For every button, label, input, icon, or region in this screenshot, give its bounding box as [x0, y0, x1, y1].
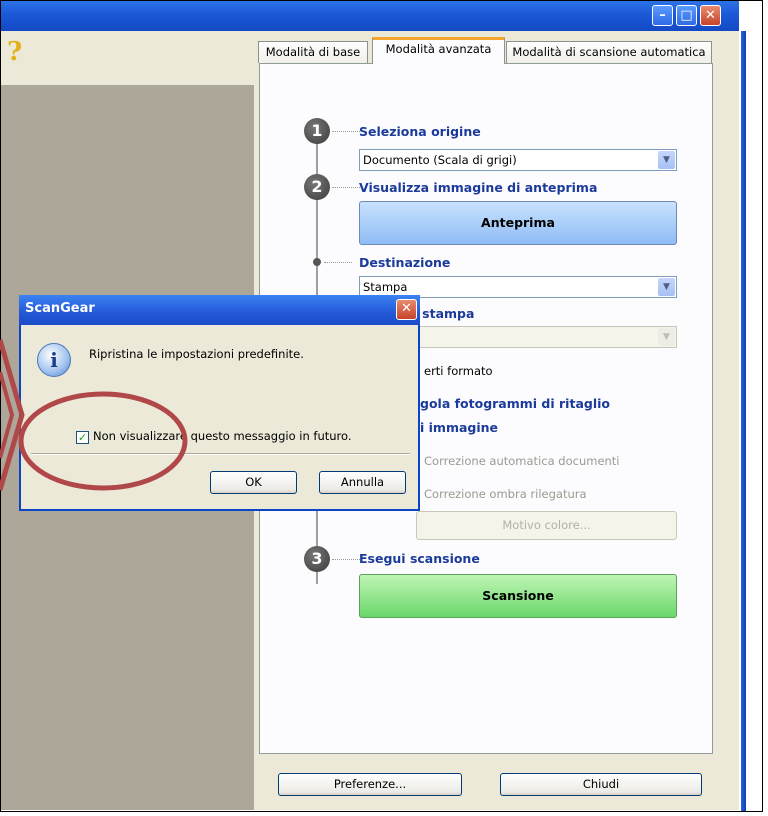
step-3-icon: 3: [304, 546, 330, 572]
preview-label: Visualizza immagine di anteprima: [359, 180, 598, 195]
minimize-button[interactable]: –: [652, 5, 673, 26]
dialog-separator: [31, 453, 410, 455]
chevron-down-icon: ▼: [658, 151, 675, 169]
minimize-icon: –: [659, 8, 666, 23]
maximize-button[interactable]: □: [676, 5, 697, 26]
dialog-close-button[interactable]: ✕: [396, 299, 417, 320]
tab-basic-mode[interactable]: Modalità di base: [258, 41, 368, 63]
window-right-edge: [739, 1, 761, 811]
question-icon[interactable]: ?: [7, 37, 29, 67]
chevron-down-icon: ▼: [658, 328, 675, 346]
source-value: Documento (Scala di grigi): [363, 153, 517, 167]
scangear-dialog: ScanGear ✕ i Ripristina le impostazioni …: [19, 295, 420, 511]
info-icon: i: [37, 343, 71, 377]
dialog-titlebar: ScanGear ✕: [19, 295, 420, 325]
close-button[interactable]: Chiudi: [500, 773, 702, 796]
source-select[interactable]: Documento (Scala di grigi) ▼: [359, 149, 677, 171]
maximize-icon: □: [680, 8, 693, 23]
step-1-icon: 1: [304, 118, 330, 144]
dont-show-checkbox[interactable]: ✓: [76, 431, 89, 444]
preview-button[interactable]: Anteprima: [359, 201, 677, 245]
destination-label: Destinazione: [359, 255, 451, 270]
scan-label: Esegui scansione: [359, 551, 480, 566]
dialog-message: Ripristina le impostazioni predefinite.: [89, 347, 304, 361]
color-pattern-button[interactable]: Motivo colore...: [416, 511, 677, 540]
tab-auto-scan-mode[interactable]: Modalità di scansione automatica: [506, 41, 712, 63]
dont-show-label[interactable]: Non visualizzare questo messaggio in fut…: [93, 429, 352, 443]
window-titlebar: – □ ✕: [1, 1, 739, 31]
close-icon: ✕: [401, 301, 412, 316]
cancel-button[interactable]: Annulla: [319, 471, 406, 494]
chevron-down-icon: ▼: [658, 278, 675, 296]
window-close-button[interactable]: ✕: [700, 5, 721, 26]
gutter-shadow-option[interactable]: Correzione ombra rilegatura: [424, 487, 587, 501]
dialog-title: ScanGear: [25, 301, 95, 316]
crop-frames-label: gola fotogrammi di ritaglio: [420, 396, 610, 411]
destination-value: Stampa: [363, 280, 408, 294]
tab-advanced-mode[interactable]: Modalità avanzata: [372, 37, 505, 64]
auto-document-fix-option[interactable]: Correzione automatica documenti: [424, 454, 620, 468]
preferences-button[interactable]: Preferenze...: [278, 773, 462, 796]
close-icon: ✕: [705, 8, 716, 23]
ok-button[interactable]: OK: [210, 471, 297, 494]
image-settings-label: i immagine: [420, 420, 499, 435]
invert-format-button[interactable]: erti formato: [424, 364, 493, 378]
destination-dot: [313, 258, 321, 266]
step-2-icon: 2: [304, 174, 330, 200]
source-label: Seleziona origine: [359, 124, 481, 139]
scan-button[interactable]: Scansione: [359, 574, 677, 618]
